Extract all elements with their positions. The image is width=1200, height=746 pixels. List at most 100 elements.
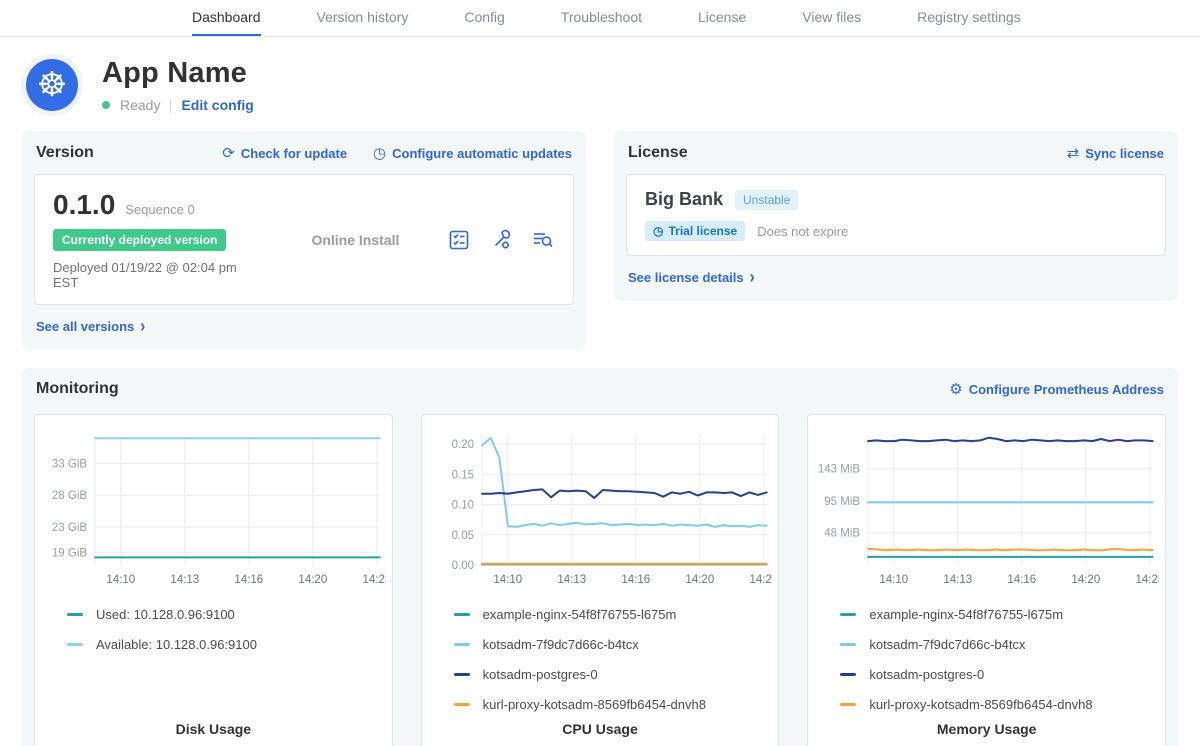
tab-registry-settings[interactable]: Registry settings xyxy=(917,0,1020,36)
legend-swatch xyxy=(840,613,856,616)
legend-swatch xyxy=(454,673,470,676)
monitoring-panel: Monitoring ⚙ Configure Prometheus Addres… xyxy=(22,368,1178,746)
svg-text:0.00: 0.00 xyxy=(451,560,473,572)
refresh-icon: ⟳ xyxy=(222,146,235,161)
svg-text:28 GiB: 28 GiB xyxy=(52,490,88,502)
legend-label: Used: 10.128.0.96:9100 xyxy=(96,607,235,622)
legend-label: kurl-proxy-kotsadm-8569fb6454-dnvh8 xyxy=(483,697,706,712)
svg-text:14:23: 14:23 xyxy=(1136,574,1159,586)
tab-version-history[interactable]: Version history xyxy=(317,0,409,36)
view-logs-icon[interactable] xyxy=(531,228,555,252)
license-expiry: Does not expire xyxy=(757,224,848,239)
cpu-usage-chart: 0.000.050.100.150.2014:1014:1314:1614:20… xyxy=(428,427,773,595)
chart-title: CPU Usage xyxy=(428,721,773,741)
license-card: Big Bank Unstable ◷ Trial license Does n… xyxy=(626,174,1166,256)
tab-license[interactable]: License xyxy=(698,0,746,36)
svg-text:14:20: 14:20 xyxy=(685,574,714,586)
divider xyxy=(170,98,171,113)
legend-swatch xyxy=(454,643,470,646)
config-wrench-icon[interactable] xyxy=(489,228,513,252)
svg-text:48 MiB: 48 MiB xyxy=(825,528,861,540)
legend-swatch xyxy=(454,613,470,616)
legend-item: kurl-proxy-kotsadm-8569fb6454-dnvh8 xyxy=(840,697,1159,712)
top-nav: Dashboard Version history Config Trouble… xyxy=(0,0,1200,37)
legend-label: kotsadm-7f9dc7d66c-b4tcx xyxy=(869,637,1025,652)
svg-text:14:13: 14:13 xyxy=(944,574,973,586)
legend-swatch xyxy=(840,703,856,706)
license-panel-title: License xyxy=(628,144,688,162)
legend-label: kurl-proxy-kotsadm-8569fb6454-dnvh8 xyxy=(869,697,1092,712)
svg-text:14:23: 14:23 xyxy=(362,574,385,586)
disk-usage-chart: 19 GiB23 GiB28 GiB33 GiB14:1014:1314:161… xyxy=(41,427,386,595)
charts-row: 19 GiB 23 GiB 28 GiB 33 GiB 14:10 14:13 14:16 1… xyxy=(34,414,1166,746)
tab-config[interactable]: Config xyxy=(464,0,504,36)
deployed-badge: Currently deployed version xyxy=(53,229,226,251)
configure-prometheus-link[interactable]: ⚙ Configure Prometheus Address xyxy=(949,382,1164,397)
gear-icon: ⚙ xyxy=(949,382,962,397)
svg-text:14:16: 14:16 xyxy=(234,574,263,586)
chevron-right-icon: › xyxy=(750,267,755,288)
legend-label: kotsadm-postgres-0 xyxy=(483,667,598,682)
configure-automatic-updates-link[interactable]: ◷ Configure automatic updates xyxy=(373,146,572,161)
svg-text:14:10: 14:10 xyxy=(106,574,135,586)
see-license-details-link[interactable]: See license details › xyxy=(628,269,755,286)
chart-title: Disk Usage xyxy=(41,721,386,741)
svg-text:23 GiB: 23 GiB xyxy=(52,522,88,534)
legend-swatch xyxy=(840,673,856,676)
legend-item: kurl-proxy-kotsadm-8569fb6454-dnvh8 xyxy=(454,697,773,712)
schedule-clock-icon: ◷ xyxy=(373,146,386,161)
legend-label: Available: 10.128.0.96:9100 xyxy=(96,637,257,652)
disk-usage-chart-card: 19 GiB23 GiB28 GiB33 GiB14:1014:1314:161… xyxy=(34,414,393,746)
memory-usage-legend: example-nginx-54f8f76755-l675m kotsadm-7f… xyxy=(814,595,1159,721)
svg-text:14:10: 14:10 xyxy=(493,574,522,586)
legend-swatch xyxy=(840,643,856,646)
tab-troubleshoot[interactable]: Troubleshoot xyxy=(561,0,642,36)
panels-row: Version ⟳ Check for update ◷ Configure a… xyxy=(0,121,1200,350)
legend-item: example-nginx-54f8f76755-l675m xyxy=(840,607,1159,622)
chevron-right-icon: › xyxy=(140,316,145,337)
preflight-checks-icon[interactable] xyxy=(447,228,471,252)
license-panel: License ⇄ Sync license Big Bank Unstable… xyxy=(614,131,1178,301)
sync-arrows-icon: ⇄ xyxy=(1067,146,1080,161)
svg-text:0.15: 0.15 xyxy=(451,469,473,481)
version-panel: Version ⟳ Check for update ◷ Configure a… xyxy=(22,131,586,350)
cpu-usage-chart-card: 0.000.050.100.150.2014:1014:1314:1614:20… xyxy=(421,414,780,746)
check-for-update-link[interactable]: ⟳ Check for update xyxy=(222,146,347,161)
kubernetes-logo-icon: ☸ xyxy=(26,59,78,111)
legend-swatch xyxy=(454,703,470,706)
svg-text:14:16: 14:16 xyxy=(621,574,650,586)
page-title: App Name xyxy=(102,57,254,90)
legend-label: example-nginx-54f8f76755-l675m xyxy=(483,607,677,622)
tab-view-files[interactable]: View files xyxy=(802,0,861,36)
tab-dashboard[interactable]: Dashboard xyxy=(192,0,261,36)
sync-license-link[interactable]: ⇄ Sync license xyxy=(1067,146,1164,161)
current-version-card: 0.1.0 Sequence 0 Currently deployed vers… xyxy=(34,174,574,305)
stopwatch-icon: ◷ xyxy=(653,224,663,238)
install-type-label: Online Install xyxy=(264,232,447,248)
legend-item: kotsadm-7f9dc7d66c-b4tcx xyxy=(454,637,773,652)
version-number: 0.1.0 xyxy=(53,189,115,221)
app-header: ☸ App Name Ready Edit config xyxy=(0,37,1200,121)
svg-text:0.10: 0.10 xyxy=(451,500,473,512)
disk-usage-legend: Used: 10.128.0.96:9100 Available: 10.128.… xyxy=(41,595,386,721)
edit-config-link[interactable]: Edit config xyxy=(181,97,253,113)
legend-item: kotsadm-7f9dc7d66c-b4tcx xyxy=(840,637,1159,652)
svg-text:19 GiB: 19 GiB xyxy=(52,547,88,559)
legend-label: example-nginx-54f8f76755-l675m xyxy=(869,607,1063,622)
legend-item: example-nginx-54f8f76755-l675m xyxy=(454,607,773,622)
license-customer-name: Big Bank xyxy=(645,189,723,210)
svg-text:33 GiB: 33 GiB xyxy=(52,459,88,471)
trial-license-badge: ◷ Trial license xyxy=(645,221,745,241)
kubernetes-wheel-icon: ☸ xyxy=(37,68,67,102)
deployed-timestamp: Deployed 01/19/22 @ 02:04 pm EST xyxy=(53,260,264,290)
legend-item: Available: 10.128.0.96:9100 xyxy=(67,637,386,652)
svg-text:0.05: 0.05 xyxy=(451,530,473,542)
svg-text:14:16: 14:16 xyxy=(1008,574,1037,586)
legend-swatch xyxy=(67,643,83,646)
see-all-versions-link[interactable]: See all versions › xyxy=(36,318,145,335)
legend-swatch xyxy=(67,613,83,616)
legend-label: kotsadm-postgres-0 xyxy=(869,667,984,682)
svg-text:14:20: 14:20 xyxy=(1072,574,1101,586)
monitoring-title: Monitoring xyxy=(36,380,119,398)
svg-text:14:13: 14:13 xyxy=(557,574,586,586)
